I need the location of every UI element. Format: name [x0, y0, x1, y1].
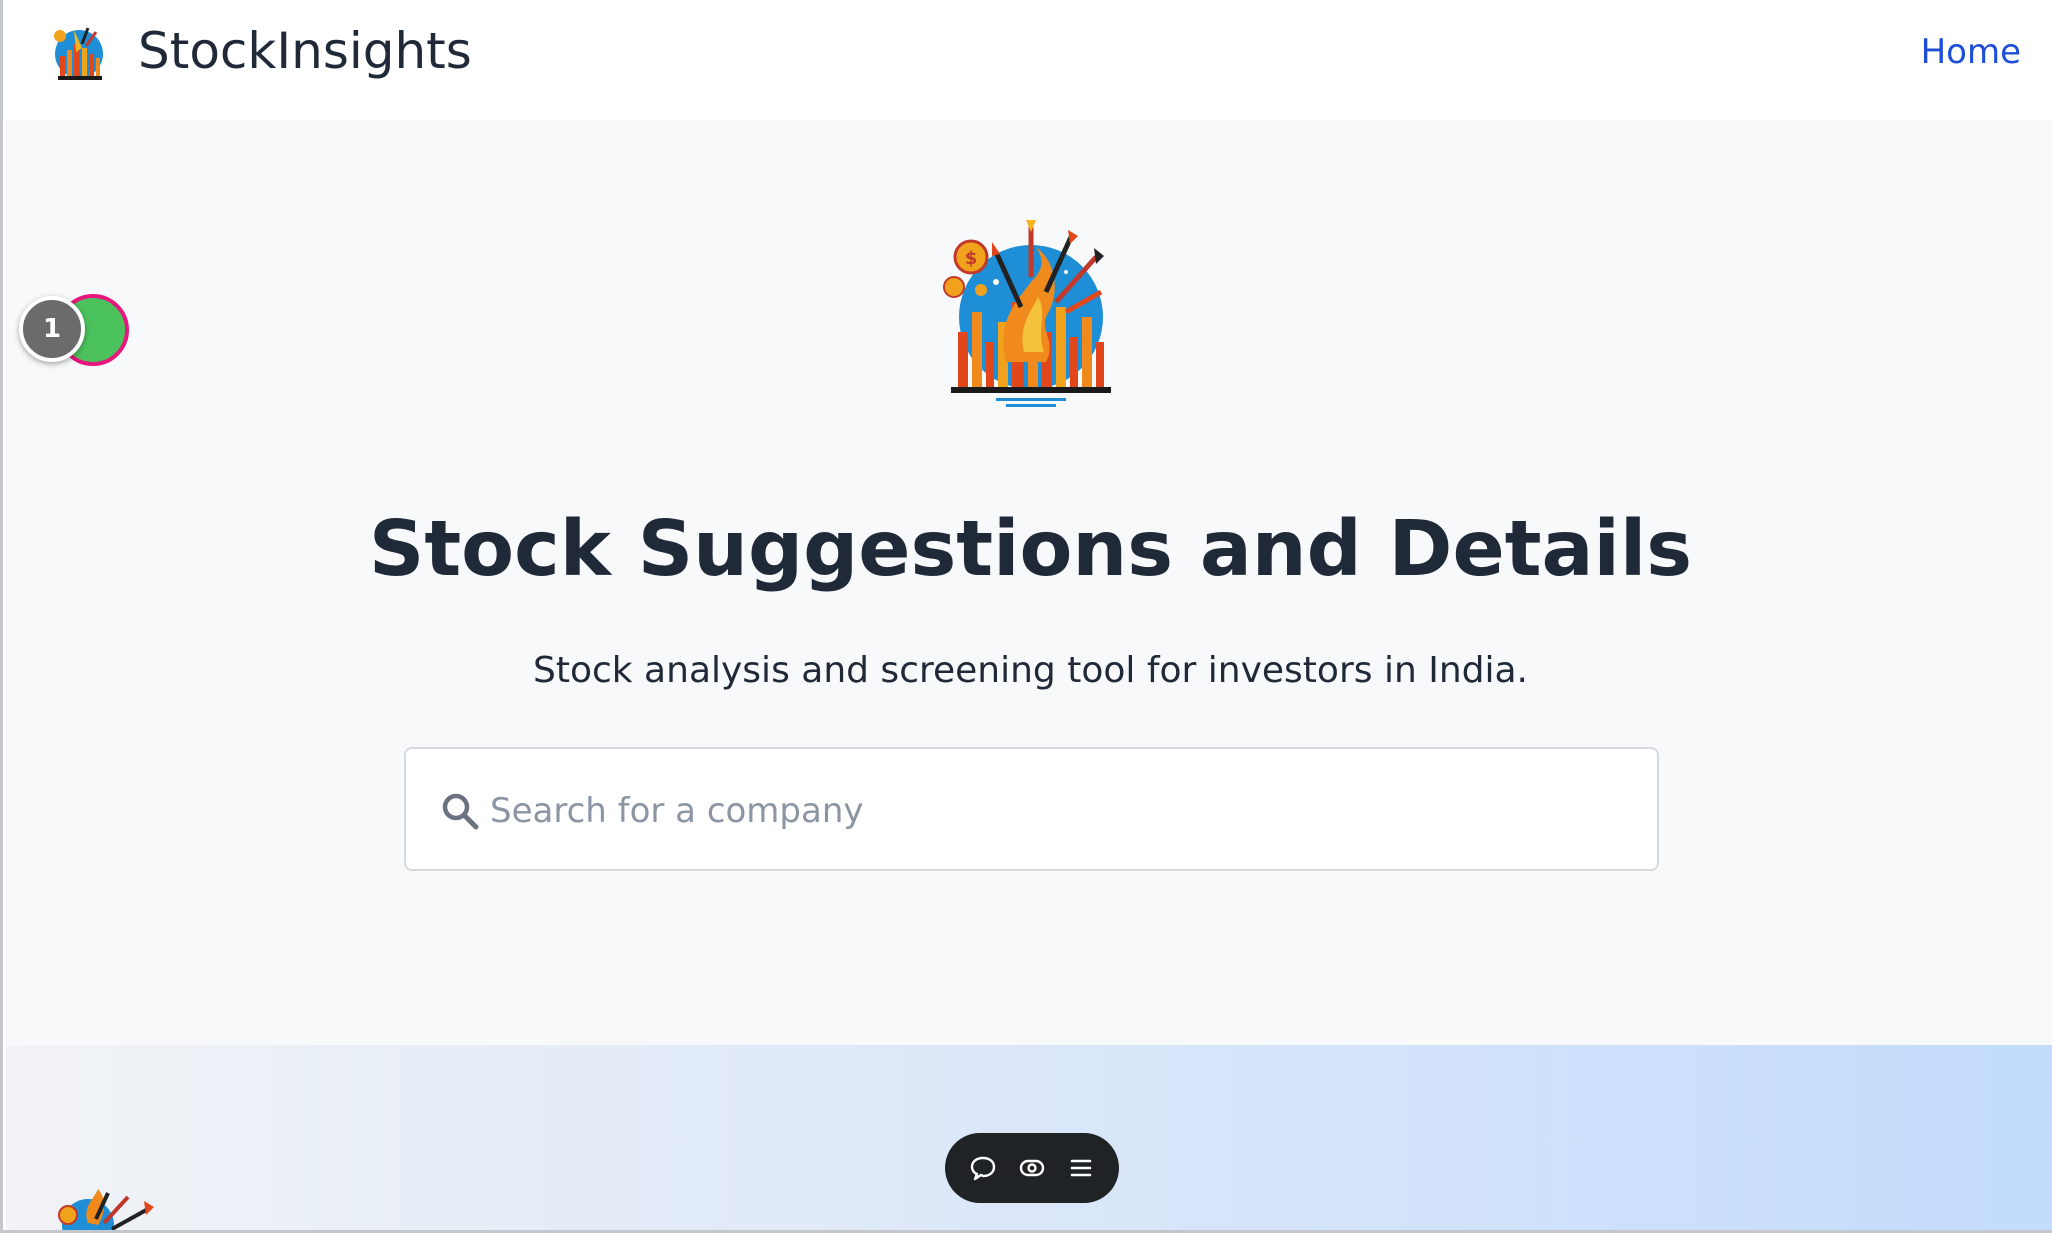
hero-section: $ Stock Suggestions and Details Stock an… [6, 120, 2052, 1045]
hero-logo-icon: $ [943, 220, 1111, 407]
chat-icon [971, 1156, 996, 1181]
search-input[interactable] [490, 777, 1630, 845]
svg-text:$: $ [965, 248, 978, 269]
page-subtitle: Stock analysis and screening tool for in… [532, 650, 1528, 691]
brand-logo-icon[interactable] [46, 18, 112, 84]
comment-button[interactable] [965, 1150, 1001, 1186]
search-icon [442, 793, 479, 830]
menu-icon [1070, 1159, 1091, 1177]
brand-name[interactable]: StockInsights [138, 22, 472, 80]
floating-toolbar [945, 1133, 1119, 1203]
navbar: StockInsights Home [6, 0, 2052, 120]
section-logo-icon [58, 1189, 154, 1230]
eye-icon [1019, 1159, 1045, 1177]
page-title: Stock Suggestions and Details [368, 505, 1693, 594]
floating-notification-badge[interactable]: 1 [19, 294, 129, 366]
browser-viewport: StockInsights Home $ Stock Suggestions a… [0, 0, 2052, 1233]
nav-home-link[interactable]: Home [1921, 32, 2021, 72]
menu-button[interactable] [1063, 1150, 1099, 1186]
notification-count[interactable]: 1 [19, 296, 85, 362]
search-box[interactable] [404, 747, 1659, 871]
preview-button[interactable] [1014, 1150, 1050, 1186]
